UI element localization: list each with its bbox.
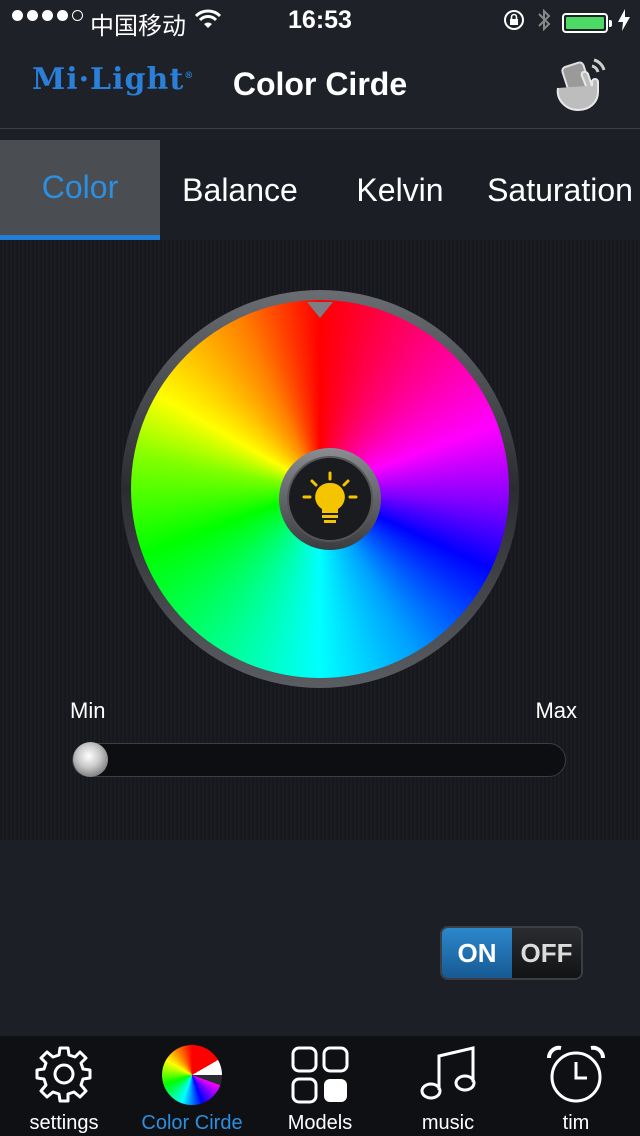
tab-kelvin[interactable]: Kelvin [320,140,480,240]
color-panel: Min Max [0,240,640,840]
color-wheel-icon [162,1045,222,1105]
color-wheel-ring [121,290,519,688]
light-toggle-button[interactable] [279,448,381,550]
bluetooth-icon [536,7,552,38]
battery-icon [562,12,612,33]
tab-saturation[interactable]: Saturation [480,140,640,240]
on-button[interactable]: ON [442,928,512,978]
tab-balance[interactable]: Balance [160,140,320,240]
alarm-clock-icon [547,1045,605,1103]
brightness-slider[interactable] [72,743,566,777]
tabbar-item-models[interactable]: Models [256,1036,384,1136]
page-title: Color Cirde [232,66,408,102]
grid-icon [291,1046,349,1104]
tabbar-item-music[interactable]: music [384,1036,512,1136]
tabbar-item-tim[interactable]: tim [512,1036,640,1136]
off-button[interactable]: OFF [512,928,581,978]
mode-tabs: Color Balance Kelvin Saturation [0,140,640,240]
wheel-pointer-icon [307,302,333,318]
color-wheel[interactable] [131,300,509,678]
light-bulb-icon [302,471,358,523]
slider-min-label: Min [70,698,106,723]
music-note-icon [420,1046,476,1100]
slider-max-label: Max [535,698,577,723]
remote-control-icon[interactable] [548,52,612,116]
bottom-tab-bar: settings Color Cirde Models music tim [0,1036,640,1136]
gear-icon [35,1046,92,1103]
tab-color[interactable]: Color [0,140,160,240]
power-toggle: ON OFF [440,926,583,980]
tabbar-item-settings[interactable]: settings [0,1036,128,1136]
status-bar: 中国移动 16:53 [0,0,640,40]
charging-icon [618,9,630,36]
slider-thumb[interactable] [73,742,108,777]
orientation-lock-icon [502,8,526,37]
app-header: Mi·Light® Color Cirde [0,40,640,129]
tabbar-item-color-cirde[interactable]: Color Cirde [128,1036,256,1136]
